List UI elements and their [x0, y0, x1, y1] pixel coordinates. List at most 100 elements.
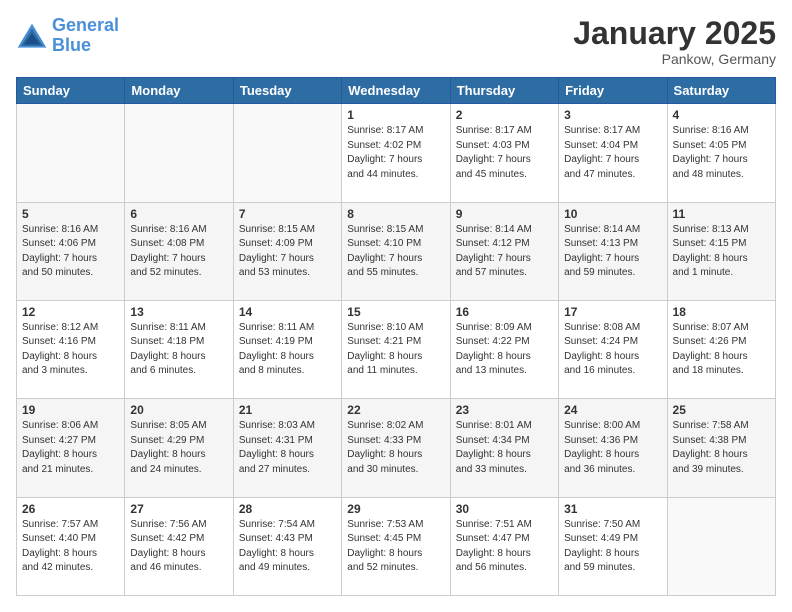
day-number: 3 — [564, 108, 661, 122]
day-number: 18 — [673, 305, 770, 319]
day-number: 25 — [673, 403, 770, 417]
day-info: Sunrise: 8:17 AM Sunset: 4:02 PM Dayligh… — [347, 124, 444, 182]
day-number: 29 — [347, 502, 444, 516]
table-row: 11 Sunrise: 8:13 AM Sunset: 4:15 PM Dayli… — [667, 202, 775, 300]
day-number: 12 — [22, 305, 119, 319]
day-number: 4 — [673, 108, 770, 122]
day-number: 15 — [347, 305, 444, 319]
table-row: 17 Sunrise: 8:08 AM Sunset: 4:24 PM Dayli… — [559, 300, 667, 398]
calendar-header-row: Sunday Monday Tuesday Wednesday Thursday… — [17, 78, 776, 104]
table-row: 3 Sunrise: 8:17 AM Sunset: 4:04 PM Daylig… — [559, 104, 667, 202]
title-block: January 2025 Pankow, Germany — [573, 16, 776, 67]
day-info: Sunrise: 8:02 AM Sunset: 4:33 PM Dayligh… — [347, 419, 444, 477]
day-info: Sunrise: 8:09 AM Sunset: 4:22 PM Dayligh… — [456, 321, 553, 379]
day-info: Sunrise: 7:58 AM Sunset: 4:38 PM Dayligh… — [673, 419, 770, 477]
logo-icon — [16, 22, 48, 50]
table-row: 31Sunrise: 7:50 AM Sunset: 4:49 PM Dayli… — [559, 497, 667, 595]
day-info: Sunrise: 7:51 AM Sunset: 4:47 PM Dayligh… — [456, 518, 553, 576]
day-info: Sunrise: 8:16 AM Sunset: 4:08 PM Dayligh… — [130, 223, 227, 281]
table-row: 23 Sunrise: 8:01 AM Sunset: 4:34 PM Dayli… — [450, 399, 558, 497]
table-row: 25 Sunrise: 7:58 AM Sunset: 4:38 PM Dayli… — [667, 399, 775, 497]
day-number: 17 — [564, 305, 661, 319]
day-number: 19 — [22, 403, 119, 417]
day-info: Sunrise: 8:14 AM Sunset: 4:12 PM Dayligh… — [456, 223, 553, 281]
day-number: 2 — [456, 108, 553, 122]
day-number: 21 — [239, 403, 336, 417]
calendar-week-row: 5 Sunrise: 8:16 AM Sunset: 4:06 PM Daylig… — [17, 202, 776, 300]
page: General Blue January 2025 Pankow, German… — [0, 0, 792, 612]
table-row: 7Sunrise: 8:15 AM Sunset: 4:09 PM Daylig… — [233, 202, 341, 300]
day-info: Sunrise: 8:10 AM Sunset: 4:21 PM Dayligh… — [347, 321, 444, 379]
day-info: Sunrise: 8:13 AM Sunset: 4:15 PM Dayligh… — [673, 223, 770, 281]
logo: General Blue — [16, 16, 119, 56]
day-number: 28 — [239, 502, 336, 516]
calendar-week-row: 1 Sunrise: 8:17 AM Sunset: 4:02 PM Daylig… — [17, 104, 776, 202]
col-monday: Monday — [125, 78, 233, 104]
calendar-week-row: 19Sunrise: 8:06 AM Sunset: 4:27 PM Dayli… — [17, 399, 776, 497]
col-saturday: Saturday — [667, 78, 775, 104]
day-info: Sunrise: 8:16 AM Sunset: 4:05 PM Dayligh… — [673, 124, 770, 182]
table-row — [125, 104, 233, 202]
day-number: 1 — [347, 108, 444, 122]
logo-text-blue: Blue — [52, 36, 119, 56]
day-info: Sunrise: 8:15 AM Sunset: 4:10 PM Dayligh… — [347, 223, 444, 281]
table-row: 26Sunrise: 7:57 AM Sunset: 4:40 PM Dayli… — [17, 497, 125, 595]
day-number: 30 — [456, 502, 553, 516]
day-info: Sunrise: 7:54 AM Sunset: 4:43 PM Dayligh… — [239, 518, 336, 576]
day-number: 22 — [347, 403, 444, 417]
table-row: 4 Sunrise: 8:16 AM Sunset: 4:05 PM Daylig… — [667, 104, 775, 202]
table-row: 18 Sunrise: 8:07 AM Sunset: 4:26 PM Dayli… — [667, 300, 775, 398]
table-row: 13 Sunrise: 8:11 AM Sunset: 4:18 PM Dayli… — [125, 300, 233, 398]
table-row: 28 Sunrise: 7:54 AM Sunset: 4:43 PM Dayli… — [233, 497, 341, 595]
day-info: Sunrise: 8:16 AM Sunset: 4:06 PM Dayligh… — [22, 223, 119, 281]
day-info: Sunrise: 8:08 AM Sunset: 4:24 PM Dayligh… — [564, 321, 661, 379]
day-info: Sunrise: 7:53 AM Sunset: 4:45 PM Dayligh… — [347, 518, 444, 576]
day-number: 11 — [673, 207, 770, 221]
calendar-week-row: 12 Sunrise: 8:12 AM Sunset: 4:16 PM Dayli… — [17, 300, 776, 398]
day-number: 5 — [22, 207, 119, 221]
day-info: Sunrise: 7:56 AM Sunset: 4:42 PM Dayligh… — [130, 518, 227, 576]
day-number: 24 — [564, 403, 661, 417]
table-row: 29 Sunrise: 7:53 AM Sunset: 4:45 PM Dayli… — [342, 497, 450, 595]
day-info: Sunrise: 8:07 AM Sunset: 4:26 PM Dayligh… — [673, 321, 770, 379]
day-info: Sunrise: 8:17 AM Sunset: 4:04 PM Dayligh… — [564, 124, 661, 182]
table-row: 9 Sunrise: 8:14 AM Sunset: 4:12 PM Daylig… — [450, 202, 558, 300]
table-row: 27 Sunrise: 7:56 AM Sunset: 4:42 PM Dayli… — [125, 497, 233, 595]
day-number: 13 — [130, 305, 227, 319]
day-info: Sunrise: 8:01 AM Sunset: 4:34 PM Dayligh… — [456, 419, 553, 477]
subtitle: Pankow, Germany — [573, 51, 776, 67]
day-info: Sunrise: 8:17 AM Sunset: 4:03 PM Dayligh… — [456, 124, 553, 182]
day-info: Sunrise: 8:11 AM Sunset: 4:18 PM Dayligh… — [130, 321, 227, 379]
table-row: 14Sunrise: 8:11 AM Sunset: 4:19 PM Dayli… — [233, 300, 341, 398]
table-row: 21 Sunrise: 8:03 AM Sunset: 4:31 PM Dayli… — [233, 399, 341, 497]
table-row: 22 Sunrise: 8:02 AM Sunset: 4:33 PM Dayli… — [342, 399, 450, 497]
table-row: 1 Sunrise: 8:17 AM Sunset: 4:02 PM Daylig… — [342, 104, 450, 202]
table-row: 20Sunrise: 8:05 AM Sunset: 4:29 PM Dayli… — [125, 399, 233, 497]
day-number: 8 — [347, 207, 444, 221]
col-wednesday: Wednesday — [342, 78, 450, 104]
table-row — [17, 104, 125, 202]
day-number: 9 — [456, 207, 553, 221]
day-number: 27 — [130, 502, 227, 516]
table-row: 10 Sunrise: 8:14 AM Sunset: 4:13 PM Dayli… — [559, 202, 667, 300]
table-row: 30 Sunrise: 7:51 AM Sunset: 4:47 PM Dayli… — [450, 497, 558, 595]
logo-text-general: General — [52, 16, 119, 36]
table-row — [233, 104, 341, 202]
day-number: 10 — [564, 207, 661, 221]
col-friday: Friday — [559, 78, 667, 104]
day-info: Sunrise: 7:57 AM Sunset: 4:40 PM Dayligh… — [22, 518, 119, 576]
calendar-week-row: 26Sunrise: 7:57 AM Sunset: 4:40 PM Dayli… — [17, 497, 776, 595]
col-tuesday: Tuesday — [233, 78, 341, 104]
day-info: Sunrise: 8:14 AM Sunset: 4:13 PM Dayligh… — [564, 223, 661, 281]
table-row: 24Sunrise: 8:00 AM Sunset: 4:36 PM Dayli… — [559, 399, 667, 497]
day-info: Sunrise: 8:11 AM Sunset: 4:19 PM Dayligh… — [239, 321, 336, 379]
day-number: 20 — [130, 403, 227, 417]
table-row: 6Sunrise: 8:16 AM Sunset: 4:08 PM Daylig… — [125, 202, 233, 300]
table-row: 5 Sunrise: 8:16 AM Sunset: 4:06 PM Daylig… — [17, 202, 125, 300]
day-number: 7 — [239, 207, 336, 221]
day-info: Sunrise: 8:03 AM Sunset: 4:31 PM Dayligh… — [239, 419, 336, 477]
table-row: 2 Sunrise: 8:17 AM Sunset: 4:03 PM Daylig… — [450, 104, 558, 202]
day-info: Sunrise: 8:12 AM Sunset: 4:16 PM Dayligh… — [22, 321, 119, 379]
day-number: 31 — [564, 502, 661, 516]
day-number: 23 — [456, 403, 553, 417]
